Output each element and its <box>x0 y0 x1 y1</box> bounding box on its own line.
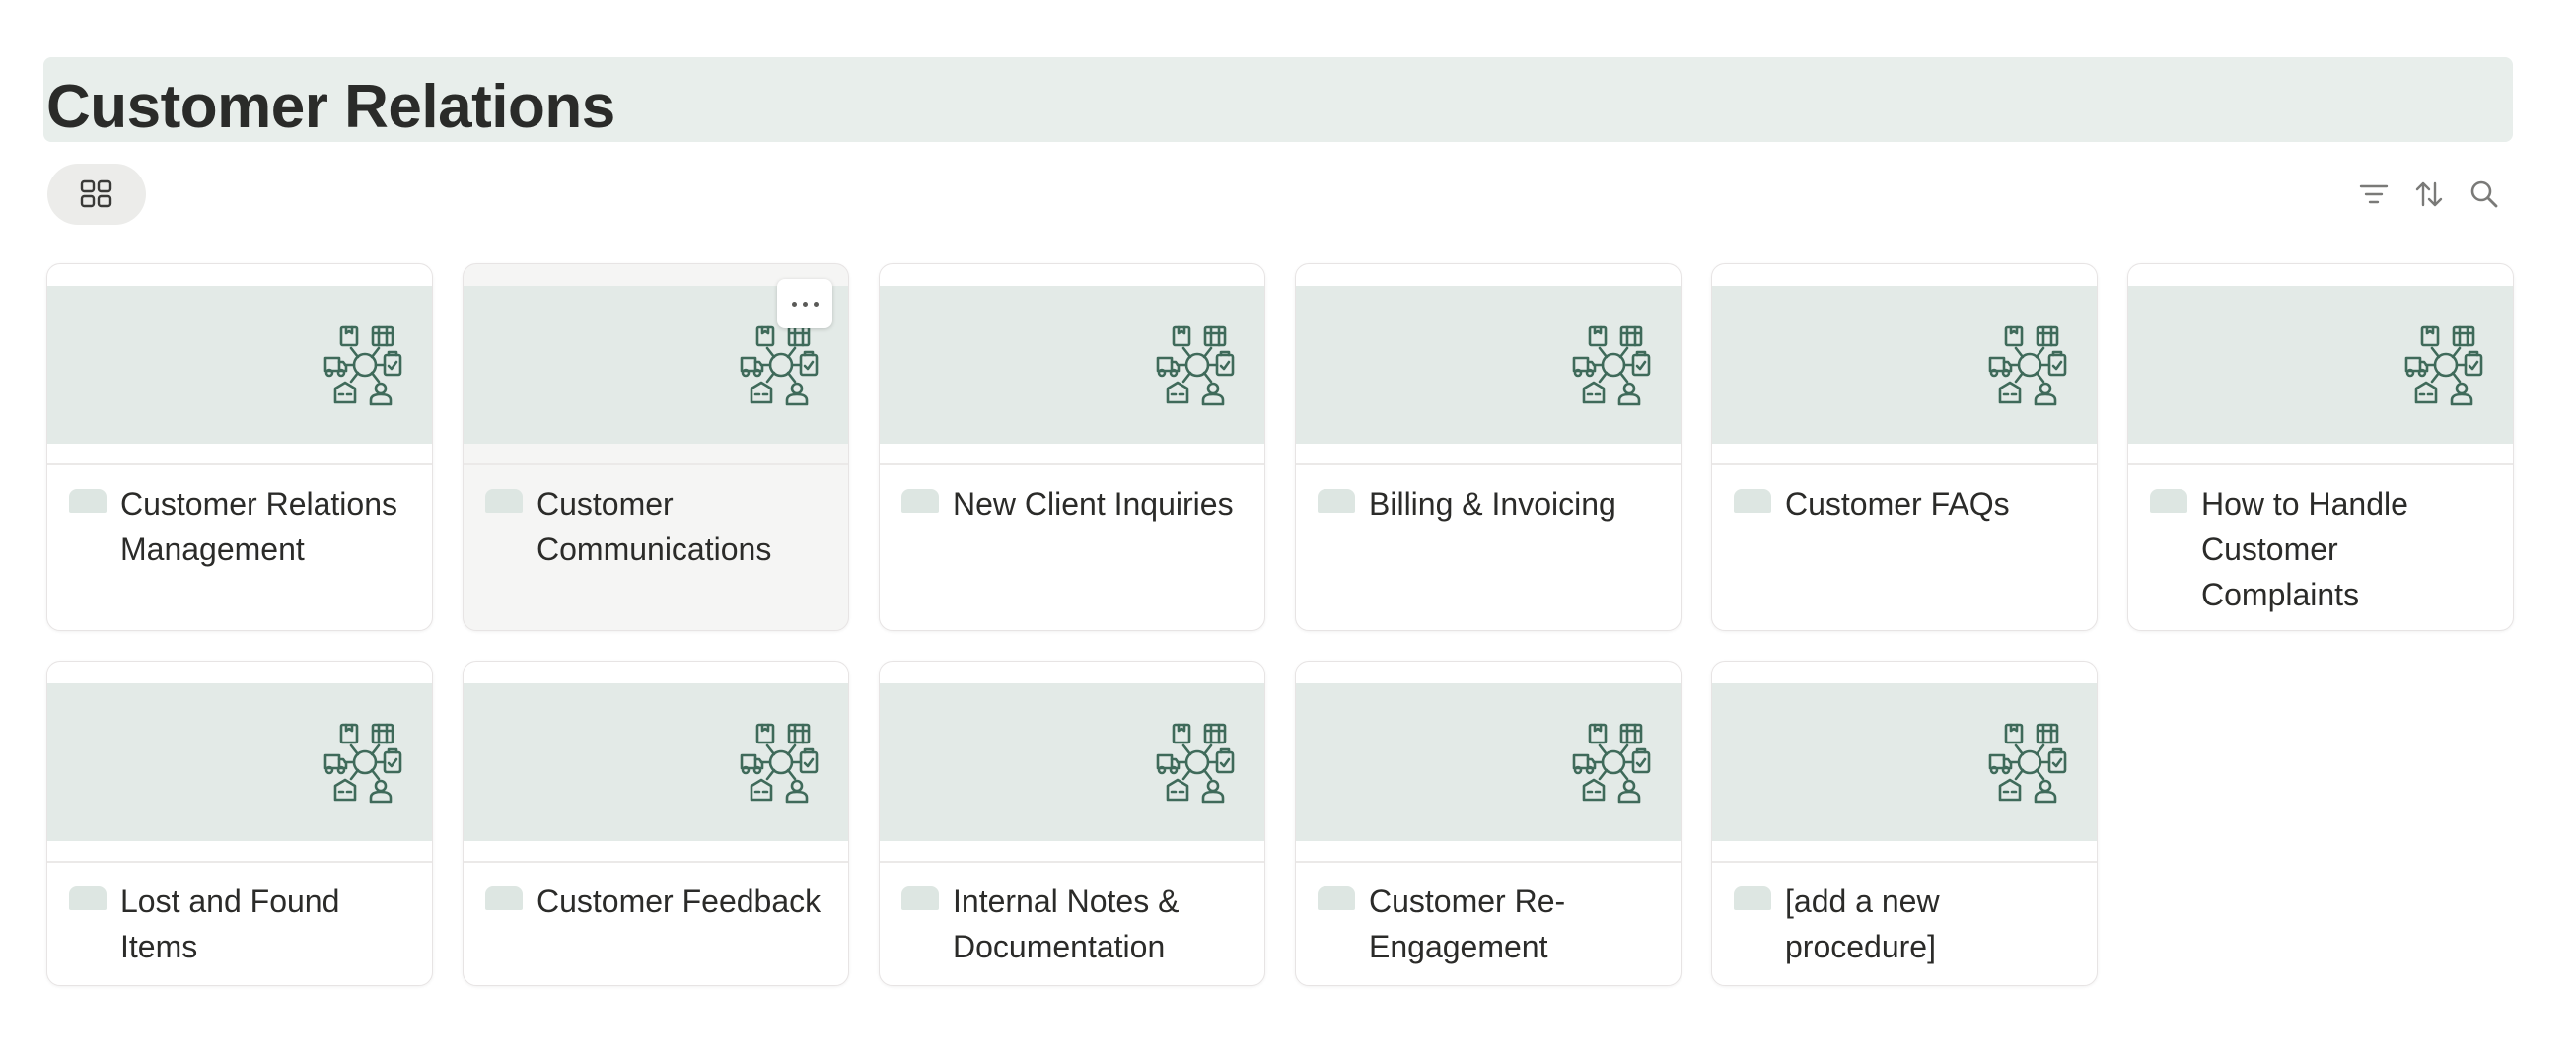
card-title: Billing & Invoicing <box>1369 486 1616 522</box>
card-divider <box>464 463 848 465</box>
logistics-network-icon <box>2404 323 2487 406</box>
search-icon <box>2470 180 2498 208</box>
card-title: [add a new procedure] <box>1785 884 1940 964</box>
search-button[interactable] <box>2466 176 2503 213</box>
gallery-grid-icon <box>80 179 112 208</box>
gallery-card[interactable]: Lost and Found Items <box>46 661 433 986</box>
logistics-network-icon <box>1572 323 1655 406</box>
card-title: Customer Relations Management <box>120 486 397 567</box>
card-title: Internal Notes & Documentation <box>953 884 1180 964</box>
card-cover <box>1296 286 1681 444</box>
card-cover <box>880 286 1264 444</box>
card-cover <box>1296 683 1681 841</box>
logistics-network-icon <box>740 323 823 406</box>
gallery-card[interactable]: Customer Relations Management <box>46 263 433 631</box>
logistics-network-icon <box>323 721 406 804</box>
card-cover <box>2128 286 2513 444</box>
page-icon <box>901 489 939 513</box>
page-icon <box>901 886 939 910</box>
card-divider <box>47 463 432 465</box>
page-icon <box>69 489 107 513</box>
page-title[interactable]: Customer Relations <box>46 65 615 150</box>
card-cover <box>880 683 1264 841</box>
card-cover <box>47 286 432 444</box>
card-divider <box>47 861 432 863</box>
card-divider <box>464 861 848 863</box>
logistics-network-icon <box>1156 721 1239 804</box>
gallery-card[interactable]: How to Handle Customer Complaints <box>2127 263 2514 631</box>
card-divider <box>880 463 1264 465</box>
logistics-network-icon <box>1988 721 2071 804</box>
logistics-network-icon <box>1572 721 1655 804</box>
more-dot <box>791 301 797 307</box>
page-icon <box>1734 886 1771 910</box>
more-dot <box>813 301 819 307</box>
card-divider <box>1296 463 1681 465</box>
card-title: Customer Re-Engagement <box>1369 884 1566 964</box>
filter-button[interactable] <box>2355 176 2393 213</box>
card-divider <box>2128 463 2513 465</box>
view-toggle-button[interactable] <box>47 164 146 225</box>
card-divider <box>880 861 1264 863</box>
card-title: Customer Feedback <box>537 884 822 919</box>
sort-icon <box>2415 181 2443 207</box>
more-dot <box>802 301 808 307</box>
gallery-card[interactable]: Customer Re-Engagement <box>1295 661 1682 986</box>
card-title: New Client Inquiries <box>953 486 1234 522</box>
page-icon <box>2150 489 2187 513</box>
page-icon <box>1318 886 1355 910</box>
card-cover <box>1712 683 2097 841</box>
logistics-network-icon <box>1156 323 1239 406</box>
gallery-card[interactable]: New Client Inquiries <box>879 263 1265 631</box>
card-cover <box>1712 286 2097 444</box>
gallery-card[interactable]: Billing & Invoicing <box>1295 263 1682 631</box>
card-title: Customer Communications <box>537 486 772 567</box>
logistics-network-icon <box>740 721 823 804</box>
card-divider <box>1712 463 2097 465</box>
gallery-card[interactable]: Customer FAQs <box>1711 263 2098 631</box>
page-icon <box>1734 489 1771 513</box>
page-title-bar: Customer Relations <box>43 57 2513 142</box>
filter-icon <box>2359 184 2389 204</box>
gallery-card[interactable]: Customer Feedback <box>463 661 849 986</box>
card-title: Lost and Found Items <box>120 884 340 964</box>
card-title: Customer FAQs <box>1785 486 2010 522</box>
card-title: How to Handle Customer Complaints <box>2201 486 2408 612</box>
logistics-network-icon <box>323 323 406 406</box>
page-icon <box>1318 489 1355 513</box>
page-icon <box>69 886 107 910</box>
page-icon <box>485 886 523 910</box>
gallery-card[interactable]: Internal Notes & Documentation <box>879 661 1265 986</box>
page-icon <box>485 489 523 513</box>
card-cover <box>464 683 848 841</box>
gallery-card[interactable]: [add a new procedure] <box>1711 661 2098 986</box>
sort-button[interactable] <box>2410 176 2448 213</box>
card-cover <box>47 683 432 841</box>
card-more-options-button[interactable] <box>777 279 832 328</box>
card-divider <box>1712 861 2097 863</box>
card-divider <box>1296 861 1681 863</box>
logistics-network-icon <box>1988 323 2071 406</box>
